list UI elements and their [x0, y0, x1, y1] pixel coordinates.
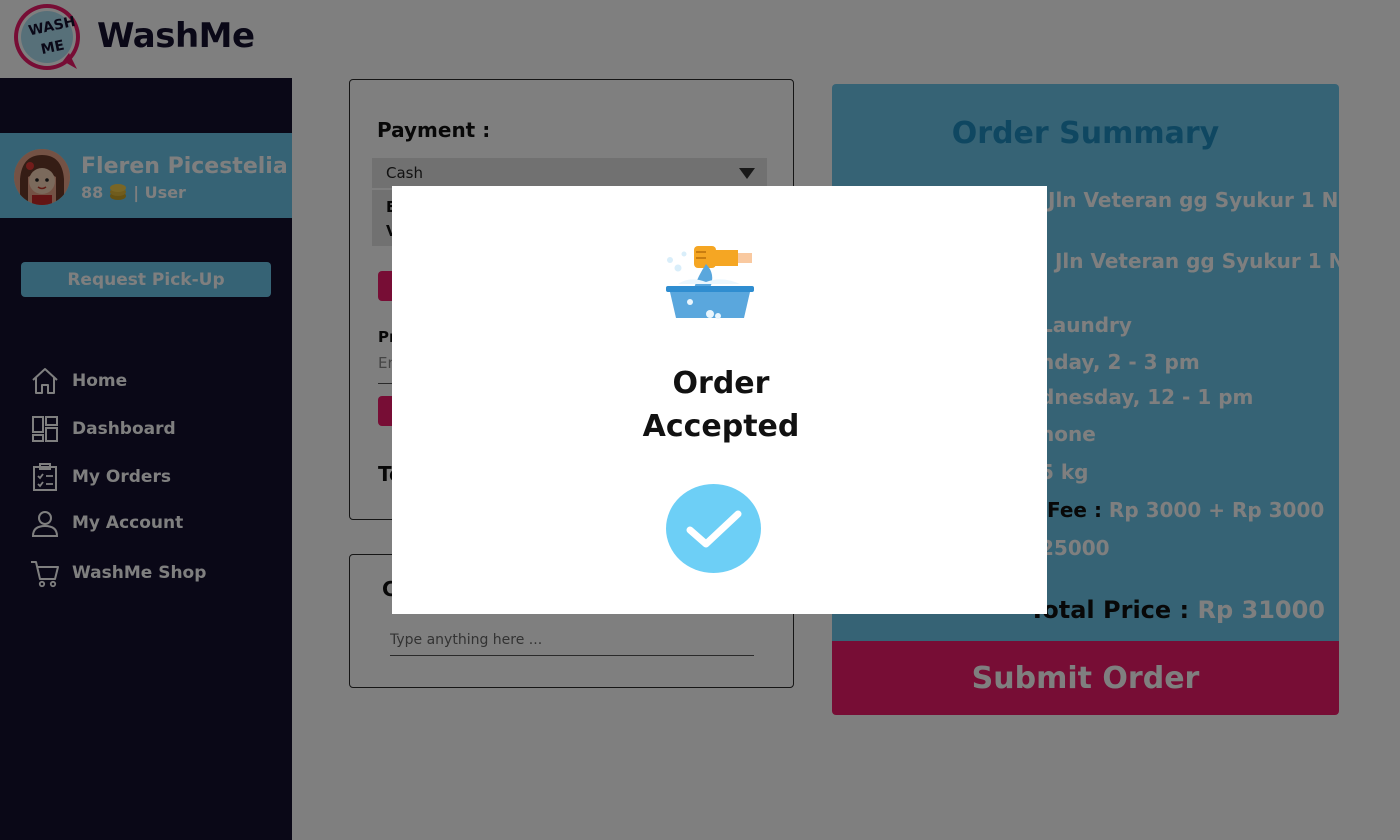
modal-title: Order Accepted: [392, 362, 1050, 448]
order-accepted-modal: Order Accepted: [392, 186, 1047, 614]
modal-title-line: Accepted: [642, 409, 800, 444]
washing-basin-icon: [666, 246, 754, 319]
modal-title-line: Order: [672, 366, 770, 401]
success-check-icon[interactable]: [666, 484, 761, 573]
